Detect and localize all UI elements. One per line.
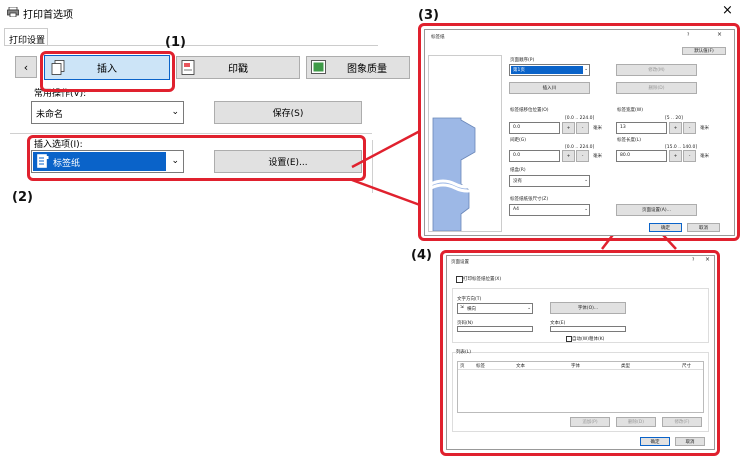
tab-offset-range: [0.0 .. 224.0] bbox=[565, 116, 595, 121]
list-modify-button[interactable]: 修改(F) bbox=[662, 417, 702, 427]
ok-button[interactable]: 确定 bbox=[640, 437, 670, 446]
modify-button[interactable]: 修改(M) bbox=[616, 64, 697, 76]
add-button-label: 追加(P) bbox=[582, 420, 598, 425]
paper-tray-select[interactable]: 没有 ⌄ bbox=[509, 175, 590, 187]
tab-width-label: 标签长度(L) bbox=[617, 138, 642, 143]
text-direction-value: 横向 bbox=[467, 307, 476, 312]
paper-tray-value: 没有 bbox=[513, 179, 522, 184]
tab-count-range: [5 .. 20] bbox=[665, 116, 683, 121]
help-icon[interactable]: ? bbox=[687, 33, 689, 38]
text-direction-select[interactable]: ⇲ 横向 ⌄ bbox=[457, 303, 533, 314]
list-modify-button-label: 修改(F) bbox=[674, 420, 690, 425]
defaults-button-label: 默认值(F) bbox=[694, 49, 714, 54]
insert-position-label: 页面顺序(P) bbox=[510, 58, 535, 63]
margin-value: 0.0 bbox=[513, 153, 521, 158]
tab-offset-decrement[interactable]: - bbox=[576, 122, 589, 134]
print-tab-checkbox-label: 打印标签纸位置(X) bbox=[463, 277, 502, 282]
tab-width-unit: 毫米 bbox=[700, 154, 709, 159]
paper-tray-label: 纸盒(R) bbox=[510, 168, 526, 173]
font-button-label: 字体(O)... bbox=[577, 306, 599, 311]
list-delete-button[interactable]: 删除(D) bbox=[616, 417, 656, 427]
margin-label: 间距(G) bbox=[510, 138, 526, 143]
delete-button[interactable]: 删除(D) bbox=[616, 82, 697, 94]
list-delete-button-label: 删除(D) bbox=[628, 420, 644, 425]
chevron-down-icon: ⌄ bbox=[584, 207, 588, 212]
page-input[interactable] bbox=[457, 326, 533, 332]
dialog-title: 页面设置 bbox=[451, 260, 469, 265]
tab-offset-value: 0.0 bbox=[513, 125, 521, 130]
text-direction-label: 文字方向(T) bbox=[457, 297, 482, 302]
list-table[interactable]: 页 标签 文本 字体 类型 尺寸 bbox=[457, 361, 704, 413]
font-button[interactable]: 字体(O)... bbox=[550, 302, 626, 314]
delete-button-label: 删除(D) bbox=[648, 86, 665, 91]
print-tab-checkbox[interactable] bbox=[456, 276, 463, 283]
col-type: 类型 bbox=[621, 364, 630, 369]
close-icon[interactable]: × bbox=[717, 31, 722, 38]
landscape-icon: ⇲ bbox=[460, 305, 464, 310]
tab-offset-input[interactable]: 0.0 bbox=[509, 122, 560, 134]
margin-unit: 毫米 bbox=[593, 154, 602, 159]
settings-group bbox=[452, 288, 709, 343]
paper-size-label: 标签纸纸张尺寸(Z) bbox=[510, 197, 549, 202]
add-button[interactable]: 追加(P) bbox=[570, 417, 610, 427]
tab-offset-label: 标签纸移位位置(O) bbox=[510, 108, 549, 113]
chevron-down-icon: ⌄ bbox=[527, 306, 531, 311]
help-icon[interactable]: ? bbox=[692, 258, 694, 263]
col-page: 页 bbox=[460, 364, 465, 369]
cancel-button[interactable]: 取消 bbox=[675, 437, 705, 446]
tab-count-increment[interactable]: + bbox=[669, 122, 682, 134]
insert-button[interactable]: 插入(I) bbox=[509, 82, 590, 94]
paper-size-select[interactable]: A4 ⌄ bbox=[509, 204, 590, 216]
col-tab: 标签 bbox=[476, 364, 485, 369]
page-setup-dialog: 页面设置 ? × 打印标签纸位置(X) 文字方向(T) ⇲ 横向 ⌄ 字体(O)… bbox=[446, 255, 715, 450]
col-font: 字体 bbox=[571, 364, 580, 369]
defaults-button[interactable]: 默认值(F) bbox=[682, 47, 726, 55]
ok-button[interactable]: 确定 bbox=[649, 223, 682, 232]
cancel-button-label: 取消 bbox=[699, 225, 708, 231]
tab-width-input[interactable]: 80.0 bbox=[616, 150, 667, 162]
insert-position-select[interactable]: 第1页 ⌄ bbox=[509, 64, 590, 76]
tab-count-label: 标签宽度(W) bbox=[617, 108, 643, 113]
bold-checkbox-label: 自动(W)粗体(K) bbox=[572, 337, 605, 342]
tab-offset-increment[interactable]: + bbox=[562, 122, 575, 134]
ok-button-label: 确定 bbox=[650, 439, 660, 445]
margin-input[interactable]: 0.0 bbox=[509, 150, 560, 162]
margin-decrement[interactable]: - bbox=[576, 150, 589, 162]
paper-size-value: A4 bbox=[513, 207, 519, 212]
chevron-down-icon: ⌄ bbox=[584, 67, 588, 72]
insert-button-label: 插入(I) bbox=[542, 86, 557, 91]
col-size: 尺寸 bbox=[682, 364, 691, 369]
tab-count-decrement[interactable]: - bbox=[683, 122, 696, 134]
margin-increment[interactable]: + bbox=[562, 150, 575, 162]
dialog-title: 标签纸 bbox=[431, 35, 445, 40]
col-text: 文本 bbox=[516, 364, 525, 369]
tab-preview bbox=[428, 55, 502, 232]
page-setup-button-label: 页面设置(A)... bbox=[642, 208, 671, 213]
cancel-button[interactable]: 取消 bbox=[687, 223, 720, 232]
page-setup-button[interactable]: 页面设置(A)... bbox=[616, 204, 697, 216]
list-header: 页 标签 文本 字体 类型 尺寸 bbox=[458, 362, 703, 370]
tab-offset-unit: 毫米 bbox=[593, 126, 602, 131]
tab-count-value: 13 bbox=[620, 125, 626, 130]
insert-position-value: 第1页 bbox=[513, 68, 525, 73]
tab-count-input[interactable]: 13 bbox=[616, 122, 667, 134]
modify-button-label: 修改(M) bbox=[648, 68, 665, 73]
text-input[interactable] bbox=[550, 326, 626, 332]
tab-width-decrement[interactable]: - bbox=[683, 150, 696, 162]
list-label: 列表(L) bbox=[456, 350, 472, 355]
tab-count-unit: 毫米 bbox=[700, 126, 709, 131]
tab-width-value: 80.0 bbox=[620, 153, 631, 158]
cancel-button-label: 取消 bbox=[685, 439, 695, 445]
ok-button-label: 确定 bbox=[661, 225, 670, 231]
chevron-down-icon: ⌄ bbox=[584, 178, 588, 183]
close-icon[interactable]: × bbox=[705, 256, 710, 263]
tab-width-increment[interactable]: + bbox=[669, 150, 682, 162]
tab-paper-dialog: 标签纸 ? × 默认值(F) 页面顺序(P) 第1页 ⌄ 修改(M) 插入(I)… bbox=[424, 29, 735, 236]
